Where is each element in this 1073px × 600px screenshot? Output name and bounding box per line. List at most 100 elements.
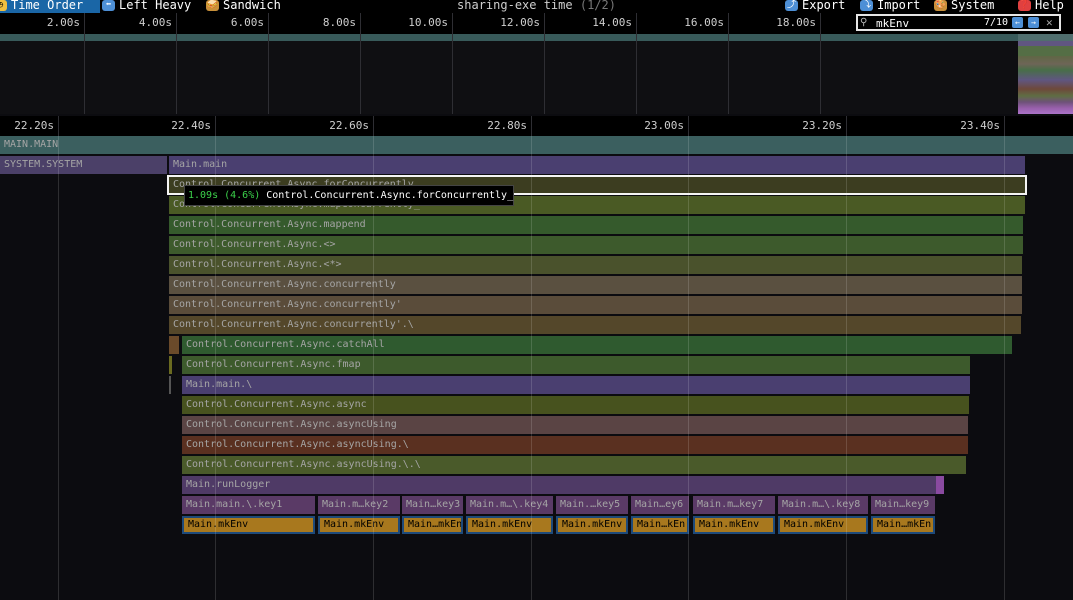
minimap-tick-label: 18.00s: [776, 16, 816, 29]
ruler-gridline: [215, 116, 216, 136]
flame-frame-small[interactable]: [169, 356, 172, 374]
ruler-gridline: [846, 116, 847, 136]
palette-icon: 🎨: [934, 0, 947, 11]
key-frame[interactable]: Main…key9: [871, 496, 935, 514]
flame-chart[interactable]: MAIN.MAIN SYSTEM.SYSTEM Main.main Control.C…: [0, 136, 1073, 600]
ruler-tick-label: 23.20s: [802, 119, 842, 132]
flame-frame-small[interactable]: [169, 376, 171, 394]
key-frame[interactable]: Main.m…key2: [318, 496, 400, 514]
flame-frame[interactable]: Control.Concurrent.Async.asyncUsing.\.\: [182, 456, 966, 474]
toolbar: ◷ Time Order ⬅ Left Heavy 🥪 Sandwich sharin…: [0, 0, 1073, 13]
minimap-tick-label: 4.00s: [138, 16, 172, 29]
flame-frame[interactable]: SYSTEM.SYSTEM: [0, 156, 167, 174]
ruler-tick-label: 22.20s: [14, 119, 54, 132]
import-label: Import: [877, 0, 921, 12]
color-system-button[interactable]: 🎨 System: [932, 0, 1004, 13]
ruler-gridline: [688, 116, 689, 136]
flame-gridline: [846, 136, 847, 600]
key-frame[interactable]: Main.m…\.key4: [466, 496, 553, 514]
minimap-gridline: [452, 34, 453, 114]
minimap-gridline: [360, 34, 361, 114]
flame-frame[interactable]: Control.Concurrent.Async.concurrently': [169, 296, 1022, 314]
flame-frame[interactable]: Control.Concurrent.Async.concurrently'.\: [169, 316, 1021, 334]
search-match-frame[interactable]: Main.mkEnv: [556, 516, 628, 534]
time-ruler: 22.20s 22.40s 22.60s 22.80s 23.00s 23.20s 23.4…: [0, 116, 1073, 136]
flame-frame[interactable]: Control.Concurrent.Async.concurrently: [169, 276, 1022, 294]
minimap[interactable]: [0, 34, 1073, 114]
profile-index: (1/2): [579, 0, 616, 12]
ruler-gridline: [531, 116, 532, 136]
minimap-viewport-highlight[interactable]: [1018, 34, 1073, 114]
ruler-gridline: [373, 116, 374, 136]
question-icon: ❓: [1018, 0, 1031, 11]
key-frame[interactable]: Main.m…key7: [693, 496, 775, 514]
minimap-gridline: [636, 34, 637, 114]
search-match-frame[interactable]: Main.mkEnv: [318, 516, 400, 534]
flame-frame[interactable]: Main.main.\: [182, 376, 970, 394]
minimap-tick-label: 12.00s: [500, 16, 540, 29]
flame-gridline: [531, 136, 532, 600]
flame-frame[interactable]: Control.Concurrent.Async.fmap: [182, 356, 970, 374]
next-result-icon[interactable]: →: [1028, 17, 1039, 28]
minimap-root-lane: [0, 34, 1018, 41]
minimap-gridline: [728, 13, 729, 34]
flame-frame[interactable]: Control.Concurrent.Async.asyncUsing.\: [182, 436, 968, 454]
minimap-tick-label: 6.00s: [230, 16, 264, 29]
search-input[interactable]: [876, 17, 976, 29]
key-frame[interactable]: Main…key3: [402, 496, 463, 514]
ruler-tick-label: 22.60s: [329, 119, 369, 132]
flame-frame[interactable]: Control.Concurrent.Async.<>: [169, 236, 1023, 254]
flame-gridline: [58, 136, 59, 600]
search-match-frame[interactable]: Main…mkEn: [871, 516, 935, 534]
ruler-gridline: [1004, 116, 1005, 136]
key-frame[interactable]: Main.m…\.key8: [778, 496, 868, 514]
search-match-frame[interactable]: Main.mkEnv: [466, 516, 553, 534]
minimap-gridline: [544, 34, 545, 114]
color-system-label: System: [951, 0, 995, 12]
search-match-frame[interactable]: Main…mkEn: [402, 516, 463, 534]
import-icon: ⤵: [860, 0, 873, 11]
key-frame[interactable]: Main.main.\.key1: [182, 496, 315, 514]
ruler-tick-label: 22.80s: [487, 119, 527, 132]
help-button[interactable]: ❓ Help: [1016, 0, 1073, 13]
export-button[interactable]: ⤴ Export: [783, 0, 851, 13]
ruler-gridline: [58, 116, 59, 136]
frame-tooltip: 1.09s (4.6%) Control.Concurrent.Async.for…: [184, 185, 514, 206]
flame-frame-small[interactable]: [936, 476, 944, 494]
minimap-gridline: [636, 13, 637, 34]
tooltip-time: 1.09s (4.6%): [188, 190, 261, 201]
flame-gridline: [688, 136, 689, 600]
minimap-gridline: [84, 13, 85, 34]
minimap-gridline: [728, 34, 729, 114]
search-match-frame[interactable]: Main…kEn: [631, 516, 689, 534]
export-icon: ⤴: [785, 0, 798, 11]
flame-gridline: [1004, 136, 1005, 600]
flame-frame[interactable]: Main.runLogger: [182, 476, 936, 494]
minimap-tick-label: 2.00s: [46, 16, 80, 29]
flame-frame[interactable]: Control.Concurrent.Async.<*>: [169, 256, 1022, 274]
minimap-gridline: [268, 34, 269, 114]
prev-result-icon[interactable]: ←: [1012, 17, 1023, 28]
flame-frame[interactable]: MAIN.MAIN: [0, 136, 1073, 154]
key-frame[interactable]: Main…ey6: [631, 496, 689, 514]
flame-frame[interactable]: Control.Concurrent.Async.mappend: [169, 216, 1023, 234]
ruler-tick-label: 23.40s: [960, 119, 1000, 132]
minimap-gridline: [820, 13, 821, 34]
key-frame[interactable]: Main.…key5: [556, 496, 628, 514]
import-button[interactable]: ⤵ Import: [858, 0, 926, 13]
clear-search-icon[interactable]: ✕: [1046, 16, 1053, 29]
flame-frame[interactable]: Control.Concurrent.Async.asyncUsing: [182, 416, 968, 434]
flame-frame[interactable]: Control.Concurrent.Async.catchAll: [182, 336, 1012, 354]
search-match-frame[interactable]: Main.mkEnv: [693, 516, 775, 534]
minimap-gridline: [84, 34, 85, 114]
minimap-gridline: [820, 34, 821, 114]
minimap-tick-label: 14.00s: [592, 16, 632, 29]
flame-frame[interactable]: Main.main: [169, 156, 1025, 174]
minimap-gridline: [268, 13, 269, 34]
flame-frame-small[interactable]: [169, 336, 179, 354]
minimap-tick-label: 16.00s: [684, 16, 724, 29]
search-match-frame[interactable]: Main.mkEnv: [778, 516, 868, 534]
minimap-tick-label: 10.00s: [408, 16, 448, 29]
search-match-frame[interactable]: Main.mkEnv: [182, 516, 315, 534]
flame-frame[interactable]: Control.Concurrent.Async.async: [182, 396, 969, 414]
